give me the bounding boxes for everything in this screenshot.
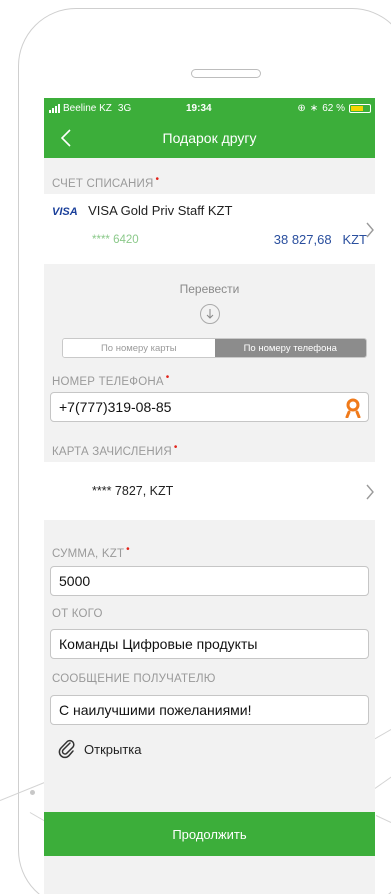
debit-account-label: СЧЕТ СПИСАНИЯ • <box>44 158 375 194</box>
account-balance: 38 827,68 KZT <box>274 232 367 247</box>
transfer-mode-tabs: По номеру карты По номеру телефона <box>62 338 367 358</box>
message-input[interactable]: С наилучшими пожеланиями! <box>50 695 369 725</box>
nav-bar: Подарок другу <box>44 118 375 158</box>
sender-label-text: ОТ КОГО <box>52 608 103 620</box>
status-time: 19:34 <box>186 102 212 114</box>
tab-by-card[interactable]: По номеру карты <box>63 339 215 357</box>
amount-value: 5000 <box>59 573 91 589</box>
decor-dot <box>30 790 35 795</box>
required-mark: • <box>165 372 170 383</box>
chevron-left-icon <box>61 129 71 147</box>
chevron-right-icon <box>366 222 374 238</box>
balance-amount: 38 827,68 <box>273 232 332 247</box>
required-mark: • <box>155 174 160 185</box>
carrier-name: Beeline KZ <box>63 102 112 114</box>
credit-card-value: **** 7827, KZT <box>92 484 174 498</box>
debit-account-selector[interactable]: VISA VISA Gold Priv Staff KZT **** 6420 … <box>44 194 375 264</box>
message-label: СООБЩЕНИЕ ПОЛУЧАТЕЛЮ <box>44 659 375 695</box>
attach-postcard-label: Открытка <box>84 741 142 757</box>
credit-card-label-text: КАРТА ЗАЧИСЛЕНИЯ <box>52 445 172 458</box>
signal-icon <box>49 103 60 113</box>
location-icon: ⊕ <box>297 102 306 114</box>
sender-input[interactable]: Команды Цифровые продукты <box>50 629 369 659</box>
arrow-down-icon <box>199 304 220 324</box>
amount-input[interactable]: 5000 <box>50 566 369 596</box>
page-title: Подарок другу <box>162 130 257 146</box>
paperclip-icon <box>58 739 75 759</box>
required-mark: • <box>173 442 178 453</box>
masked-card-number: **** 6420 <box>92 234 139 246</box>
chevron-right-icon <box>366 484 374 500</box>
phone-input[interactable]: +7(777)319-08-85 <box>50 392 369 422</box>
continue-button[interactable]: Продолжить <box>44 812 375 856</box>
battery-icon <box>349 103 371 113</box>
phone-speaker <box>191 69 261 78</box>
credit-card-label: КАРТА ЗАЧИСЛЕНИЯ • <box>44 422 375 462</box>
visa-logo: VISA <box>52 206 78 218</box>
required-mark: • <box>126 544 130 555</box>
message-label-text: СООБЩЕНИЕ ПОЛУЧАТЕЛЮ <box>52 673 216 685</box>
tab-by-phone[interactable]: По номеру телефона <box>214 339 366 357</box>
sender-value: Команды Цифровые продукты <box>59 636 258 652</box>
status-right: ⊕ ∗ 62 % <box>297 103 371 114</box>
account-name: VISA Gold Priv Staff KZT <box>88 203 233 218</box>
debit-account-label-text: СЧЕТ СПИСАНИЯ <box>52 177 154 190</box>
status-bar: Beeline KZ 3G 19:34 ⊕ ∗ 62 % <box>44 98 375 118</box>
message-value: С наилучшими пожеланиями! <box>59 702 252 718</box>
phone-label-text: НОМЕР ТЕЛЕФОНА <box>52 375 164 388</box>
continue-button-label: Продолжить <box>172 826 247 842</box>
bluetooth-icon: ∗ <box>309 102 319 114</box>
network-type: 3G <box>117 102 132 114</box>
sender-label: ОТ КОГО <box>44 596 375 629</box>
battery-percent: 62 % <box>322 102 345 114</box>
transfer-label: Перевести <box>179 282 240 296</box>
amount-label-text: СУММА, KZT <box>52 547 125 560</box>
odnoklassniki-icon[interactable] <box>344 398 362 418</box>
attach-postcard-button[interactable]: Открытка <box>44 739 375 759</box>
amount-label: СУММА, KZT • <box>44 520 375 566</box>
app-screen: Beeline KZ 3G 19:34 ⊕ ∗ 62 % Подарок дру… <box>44 98 375 894</box>
back-button[interactable] <box>56 126 76 150</box>
credit-card-selector[interactable]: **** 7827, KZT <box>44 462 375 520</box>
phone-value: +7(777)319-08-85 <box>59 399 172 415</box>
phone-label: НОМЕР ТЕЛЕФОНА • <box>44 358 375 392</box>
